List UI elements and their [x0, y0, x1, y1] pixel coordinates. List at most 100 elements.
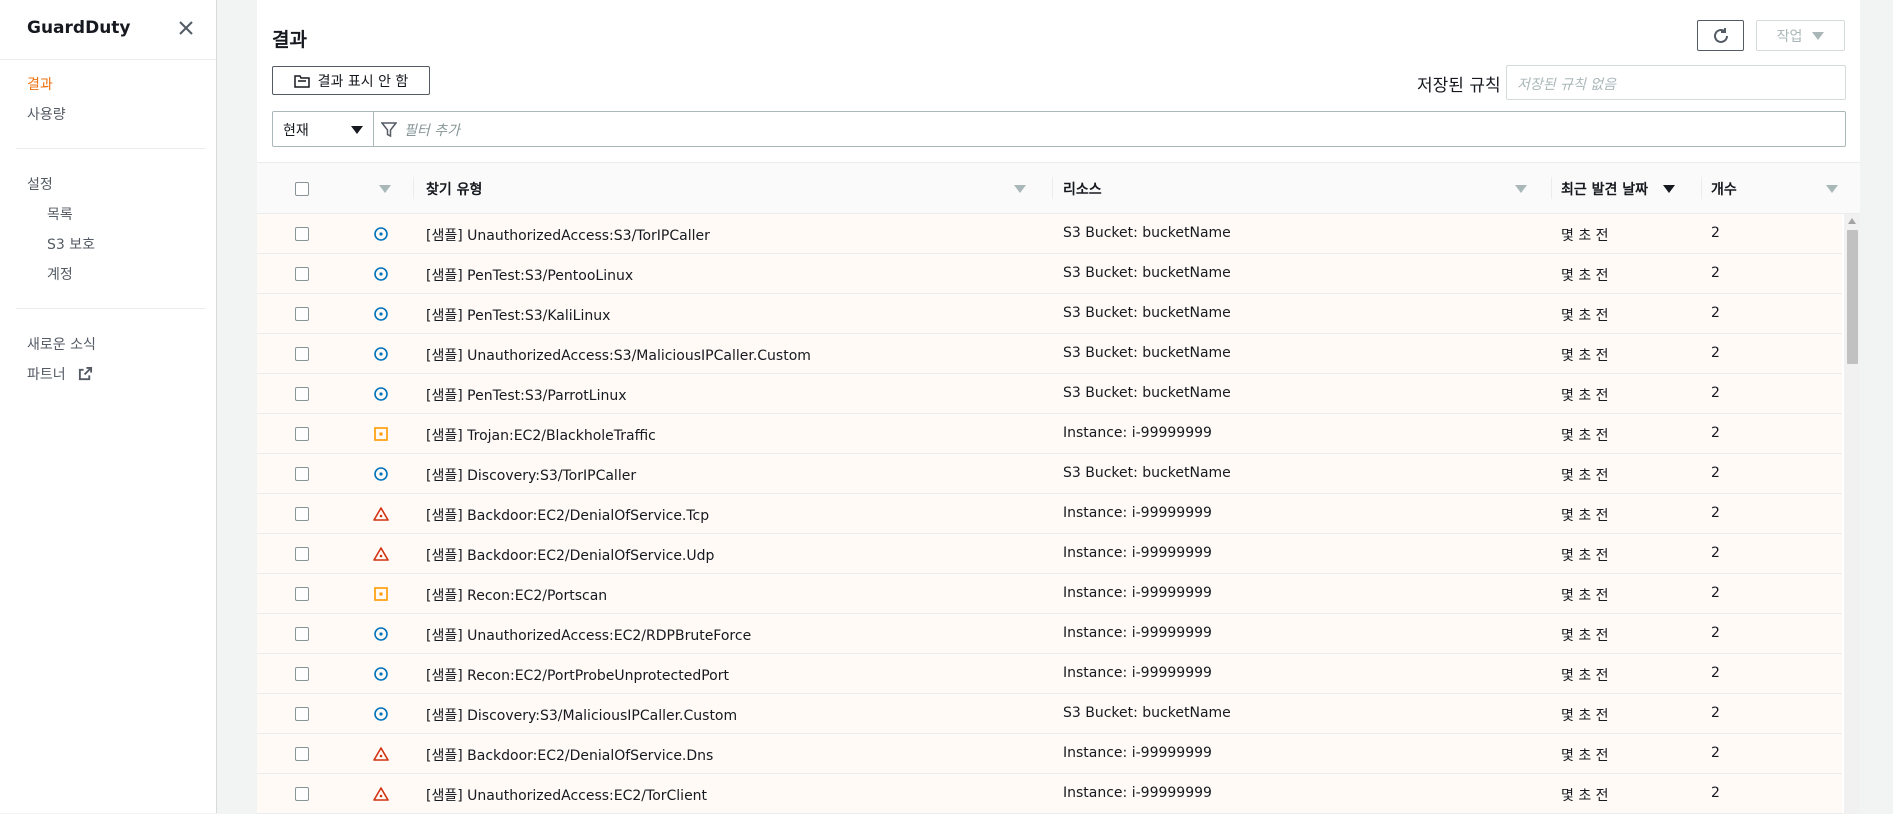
row-checkbox[interactable]	[295, 707, 309, 721]
column-divider	[1052, 177, 1053, 199]
finding-type[interactable]: [샘플] Backdoor:EC2/DenialOfService.Dns	[426, 745, 713, 765]
table-row[interactable]: [샘플] Backdoor:EC2/DenialOfService.Udp Ins…	[257, 534, 1842, 574]
sort-finding-type-icon[interactable]	[1014, 185, 1026, 193]
table-row[interactable]: [샘플] PenTest:S3/PentooLinux S3 Bucket: bu…	[257, 254, 1842, 294]
sidebar-divider	[16, 308, 206, 309]
finding-type[interactable]: [샘플] Backdoor:EC2/DenialOfService.Udp	[426, 545, 714, 565]
row-checkbox[interactable]	[295, 547, 309, 561]
close-icon[interactable]	[176, 18, 196, 38]
count: 2	[1711, 545, 1720, 561]
column-header-resource[interactable]: 리소스	[1063, 163, 1102, 214]
table-row[interactable]: [샘플] UnauthorizedAccess:S3/MaliciousIPCa…	[257, 334, 1842, 374]
table-row[interactable]: [샘플] PenTest:S3/KaliLinux S3 Bucket: buck…	[257, 294, 1842, 334]
findings-panel: 결과 작업 결과 표시 안 함 저장된 규칙 저장된 규칙 없음 현재 필터 추…	[257, 0, 1860, 814]
row-checkbox[interactable]	[295, 747, 309, 761]
select-all-checkbox[interactable]	[295, 182, 309, 196]
suppress-findings-button[interactable]: 결과 표시 안 함	[272, 66, 430, 95]
sidebar-item-usage[interactable]: 사용량	[27, 104, 66, 124]
count: 2	[1711, 665, 1720, 681]
resource: S3 Bucket: bucketName	[1063, 305, 1231, 321]
row-checkbox[interactable]	[295, 227, 309, 241]
finding-type[interactable]: [샘플] Trojan:EC2/BlackholeTraffic	[426, 425, 656, 445]
last-seen: 몇 초 전	[1561, 788, 1609, 804]
table-row[interactable]: [샘플] UnauthorizedAccess:EC2/RDPBruteForc…	[257, 614, 1842, 654]
column-header-count[interactable]: 개수	[1711, 163, 1737, 214]
finding-type[interactable]: [샘플] UnauthorizedAccess:EC2/TorClient	[426, 785, 707, 805]
finding-type[interactable]: [샘플] UnauthorizedAccess:EC2/RDPBruteForc…	[426, 625, 751, 645]
row-checkbox[interactable]	[295, 347, 309, 361]
row-checkbox[interactable]	[295, 787, 309, 801]
resource: Instance: i-99999999	[1063, 425, 1212, 441]
table-row[interactable]: [샘플] Discovery:S3/MaliciousIPCaller.Cust…	[257, 694, 1842, 734]
column-header-last-seen[interactable]: 최근 발견 날짜	[1561, 163, 1648, 214]
sidebar-divider	[16, 148, 206, 149]
sidebar-item-partners[interactable]: 파트너	[27, 364, 93, 384]
finding-type[interactable]: [샘플] PenTest:S3/PentooLinux	[426, 265, 633, 285]
table-row[interactable]: [샘플] Recon:EC2/Portscan Instance: i-99999…	[257, 574, 1842, 614]
finding-type[interactable]: [샘플] Recon:EC2/PortProbeUnprotectedPort	[426, 665, 729, 685]
table-scrollbar[interactable]	[1844, 214, 1860, 814]
refresh-button[interactable]	[1697, 20, 1744, 51]
saved-rules-label: 저장된 규칙	[1417, 76, 1501, 96]
severity-low-icon	[374, 347, 388, 361]
column-header-finding-type[interactable]: 찾기 유형	[426, 163, 482, 214]
table-row[interactable]: [샘플] Backdoor:EC2/DenialOfService.Dns Ins…	[257, 734, 1842, 774]
last-seen: 몇 초 전	[1561, 388, 1609, 404]
finding-type[interactable]: [샘플] UnauthorizedAccess:S3/TorIPCaller	[426, 225, 710, 245]
actions-dropdown[interactable]: 작업	[1756, 20, 1845, 51]
severity-low-icon	[374, 387, 388, 401]
resource: S3 Bucket: bucketName	[1063, 265, 1231, 281]
resource: Instance: i-99999999	[1063, 785, 1212, 801]
sidebar-item-accounts[interactable]: 계정	[47, 264, 73, 284]
sidebar-item-whats-new[interactable]: 새로운 소식	[27, 334, 96, 354]
count: 2	[1711, 505, 1720, 521]
sort-severity-icon[interactable]	[379, 185, 391, 193]
row-checkbox[interactable]	[295, 307, 309, 321]
actions-label: 작업	[1776, 28, 1803, 45]
finding-type[interactable]: [샘플] Discovery:S3/MaliciousIPCaller.Cust…	[426, 705, 737, 725]
row-checkbox[interactable]	[295, 587, 309, 601]
table-row[interactable]: [샘플] Trojan:EC2/BlackholeTraffic Instance…	[257, 414, 1842, 454]
severity-high-icon	[373, 547, 389, 561]
table-row[interactable]: [샘플] Discovery:S3/TorIPCaller S3 Bucket: …	[257, 454, 1842, 494]
scroll-up-icon[interactable]	[1848, 218, 1856, 224]
sidebar: GuardDuty 결과 사용량 설정 목록 S3 보호 계정 새로운 소식 파…	[0, 0, 217, 813]
sidebar-item-s3-protection[interactable]: S3 보호	[47, 234, 95, 254]
finding-type[interactable]: [샘플] Backdoor:EC2/DenialOfService.Tcp	[426, 505, 709, 525]
row-checkbox[interactable]	[295, 507, 309, 521]
finding-type[interactable]: [샘플] PenTest:S3/KaliLinux	[426, 305, 610, 325]
count: 2	[1711, 625, 1720, 641]
row-checkbox[interactable]	[295, 427, 309, 441]
row-checkbox[interactable]	[295, 627, 309, 641]
finding-type[interactable]: [샘플] Recon:EC2/Portscan	[426, 585, 607, 605]
row-checkbox[interactable]	[295, 267, 309, 281]
table-row[interactable]: [샘플] UnauthorizedAccess:EC2/TorClient Ins…	[257, 774, 1842, 814]
sort-resource-icon[interactable]	[1515, 185, 1527, 193]
severity-high-icon	[373, 747, 389, 761]
finding-type[interactable]: [샘플] UnauthorizedAccess:S3/MaliciousIPCa…	[426, 345, 811, 365]
findings-status-select[interactable]: 현재	[273, 112, 374, 146]
sidebar-title: GuardDuty	[27, 18, 131, 38]
count: 2	[1711, 705, 1720, 721]
last-seen: 몇 초 전	[1561, 268, 1609, 284]
column-divider	[1701, 177, 1702, 199]
sidebar-item-lists[interactable]: 목록	[47, 204, 73, 224]
sort-last-seen-icon[interactable]	[1663, 185, 1675, 193]
filter-input[interactable]: 필터 추가	[404, 112, 1804, 146]
table-row[interactable]: [샘플] UnauthorizedAccess:S3/TorIPCaller S3…	[257, 214, 1842, 254]
table-row[interactable]: [샘플] PenTest:S3/ParrotLinux S3 Bucket: bu…	[257, 374, 1842, 414]
table-row[interactable]: [샘플] Recon:EC2/PortProbeUnprotectedPort I…	[257, 654, 1842, 694]
sidebar-item-findings[interactable]: 결과	[27, 74, 53, 94]
table-row[interactable]: [샘플] Backdoor:EC2/DenialOfService.Tcp Ins…	[257, 494, 1842, 534]
last-seen: 몇 초 전	[1561, 428, 1609, 444]
row-checkbox[interactable]	[295, 387, 309, 401]
row-checkbox[interactable]	[295, 467, 309, 481]
row-checkbox[interactable]	[295, 667, 309, 681]
finding-type[interactable]: [샘플] Discovery:S3/TorIPCaller	[426, 465, 636, 485]
count: 2	[1711, 785, 1720, 801]
scrollbar-thumb[interactable]	[1847, 230, 1858, 364]
saved-rules-select[interactable]: 저장된 규칙 없음	[1506, 65, 1846, 100]
sort-count-icon[interactable]	[1826, 185, 1838, 193]
findings-status-value: 현재	[283, 123, 309, 139]
finding-type[interactable]: [샘플] PenTest:S3/ParrotLinux	[426, 385, 627, 405]
